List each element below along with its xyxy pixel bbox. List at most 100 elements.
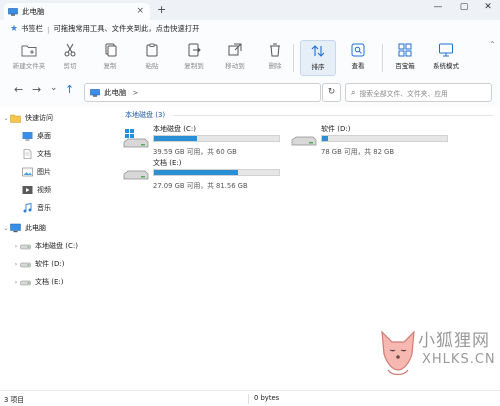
sidebar-item-drive-d[interactable]: › 软件 (D:) [12, 256, 65, 272]
sidebar-item-documents[interactable]: 文档 [22, 146, 51, 162]
trash-icon [270, 43, 280, 57]
drive-usage-bar [153, 169, 280, 176]
copy-to-icon [188, 43, 201, 57]
forward-arrow-icon[interactable]: → [32, 83, 41, 96]
bookmark-hint: 可拖拽常用工具、文件夹到此，点击快速打开 [53, 24, 200, 33]
drive-space-info: 27.09 GB 可用，共 81.56 GB [153, 182, 248, 190]
drive-usage-bar [321, 135, 448, 142]
tab-close-icon[interactable]: × [136, 6, 144, 16]
close-window-button[interactable]: ✕ [480, 2, 496, 12]
computer-icon [10, 223, 21, 233]
copy-label: 复制 [103, 62, 117, 70]
chevron-down-icon[interactable]: ⌄ [2, 225, 10, 232]
drive-tile-c[interactable]: 本地磁盘 (C:) 39.59 GB 可用，共 60 GB [115, 122, 290, 158]
toolbar-collapse-icon[interactable]: ⌃ [489, 40, 496, 49]
maximize-button[interactable]: ▢ [456, 2, 472, 12]
search-input[interactable]: ⌕ 搜索全部文件、文件夹、应用 [345, 83, 492, 102]
watermark-domain: XHLKS.CN [422, 352, 496, 367]
sidebar-item-label: 快速访问 [25, 114, 53, 122]
fox-logo-icon [381, 330, 415, 376]
sidebar-item-quick-access[interactable]: ⌄ 快速访问 [2, 110, 53, 126]
copy-to-button[interactable]: 复制到 [176, 40, 212, 76]
paste-label: 粘贴 [145, 62, 159, 70]
sidebar-item-label: 本地磁盘 (C:) [35, 242, 78, 250]
sidebar-item-label: 桌面 [37, 132, 51, 140]
paste-button[interactable]: 粘贴 [134, 40, 170, 76]
move-to-button[interactable]: 移动到 [217, 40, 253, 76]
refresh-button[interactable]: ↻ [322, 83, 341, 102]
recent-dropdown-icon[interactable]: ⌄ [50, 83, 58, 93]
new-folder-button[interactable]: 新建文件夹 [11, 40, 47, 76]
group-divider [173, 115, 493, 116]
minimize-button[interactable]: — [430, 2, 446, 12]
toolbox-button[interactable]: 百宝箱 [387, 40, 423, 76]
scissors-icon [64, 43, 76, 57]
sidebar-item-this-pc[interactable]: ⌄ 此电脑 [2, 220, 46, 236]
sidebar-item-drive-e[interactable]: › 文档 (E:) [12, 274, 64, 290]
sidebar-item-pictures[interactable]: 图片 [22, 164, 51, 180]
address-bar[interactable]: 此电脑 > [84, 83, 321, 102]
paste-icon [146, 43, 158, 57]
watermark-text: 小狐狸网 [418, 331, 490, 351]
sort-button[interactable]: 排序 [300, 40, 336, 76]
drive-usage-bar [153, 135, 280, 142]
cut-label: 剪切 [63, 62, 77, 70]
new-tab-icon[interactable]: + [157, 3, 166, 16]
sidebar-item-label: 文档 [37, 150, 51, 158]
sidebar-item-drive-c[interactable]: › 本地磁盘 (C:) [12, 238, 78, 254]
site-watermark-logo: 小狐狸网 XHLKS.CN [378, 322, 500, 390]
drive-tile-e[interactable]: 文档 (E:) 27.09 GB 可用，共 81.56 GB [115, 156, 290, 192]
move-to-icon [228, 43, 242, 56]
new-folder-icon [21, 45, 37, 57]
chevron-right-icon[interactable]: › [12, 279, 20, 286]
delete-button[interactable]: 删除 [257, 40, 293, 76]
up-arrow-icon[interactable]: ↑ [65, 83, 74, 96]
sidebar-item-label: 软件 (D:) [35, 260, 65, 268]
drive-tile-d[interactable]: 软件 (D:) 78 GB 可用，共 82 GB [283, 122, 458, 158]
tab-title: 此电脑 [22, 7, 45, 16]
drive-icon [20, 262, 31, 268]
bookmark-bar-label[interactable]: 书签栏 [21, 24, 43, 34]
breadcrumb-chevron-icon[interactable]: > [133, 89, 139, 97]
view-button[interactable]: 查看 [340, 40, 376, 76]
toolbox-label: 百宝箱 [395, 62, 415, 70]
view-icon [351, 43, 365, 57]
sidebar-item-label: 此电脑 [25, 224, 46, 232]
title-bar: 此电脑 × + — ▢ ✕ [0, 0, 500, 20]
status-divider [248, 394, 249, 404]
back-arrow-icon[interactable]: ← [14, 83, 23, 96]
chevron-down-icon[interactable]: ⌄ [2, 115, 10, 122]
drive-usage-fill [154, 136, 197, 141]
toolbox-icon [398, 43, 412, 57]
cut-button[interactable]: 剪切 [52, 40, 88, 76]
tab-this-pc[interactable]: 此电脑 × [4, 3, 150, 20]
chevron-right-icon[interactable]: › [12, 261, 20, 268]
sidebar-item-label: 音乐 [37, 204, 51, 212]
sidebar-item-label: 文档 (E:) [35, 278, 64, 286]
copy-button[interactable]: 复制 [92, 40, 128, 76]
computer-icon [90, 88, 100, 97]
drive-name: 文档 (E:) [153, 159, 182, 167]
sidebar-item-desktop[interactable]: 桌面 [22, 128, 51, 144]
monitor-icon [439, 43, 453, 57]
sort-icon [311, 45, 325, 57]
video-icon [22, 186, 33, 194]
group-header-local-disks[interactable]: 本地磁盘 (3) [125, 110, 165, 120]
navigation-bar: ← → ⌄ ↑ 此电脑 > ↻ ⌕ 搜索全部文件、文件夹、应用 [0, 78, 500, 106]
delete-label: 删除 [268, 62, 282, 70]
toolbar-divider [293, 44, 294, 72]
computer-icon [8, 7, 18, 16]
copy-icon [105, 43, 117, 57]
drive-name: 软件 (D:) [321, 125, 351, 133]
document-icon [23, 149, 32, 159]
system-mode-button[interactable]: 系统模式 [428, 40, 464, 76]
search-icon: ⌕ [351, 87, 356, 97]
chevron-right-icon[interactable]: › [12, 243, 20, 250]
sort-label: 排序 [311, 63, 325, 71]
sidebar-item-music[interactable]: 音乐 [22, 200, 51, 216]
toolbar-divider [382, 44, 383, 72]
drive-usage-fill [154, 170, 238, 175]
breadcrumb-this-pc[interactable]: 此电脑 [104, 87, 127, 98]
sidebar-item-videos[interactable]: 视频 [22, 182, 51, 198]
search-placeholder: 搜索全部文件、文件夹、应用 [359, 89, 448, 98]
